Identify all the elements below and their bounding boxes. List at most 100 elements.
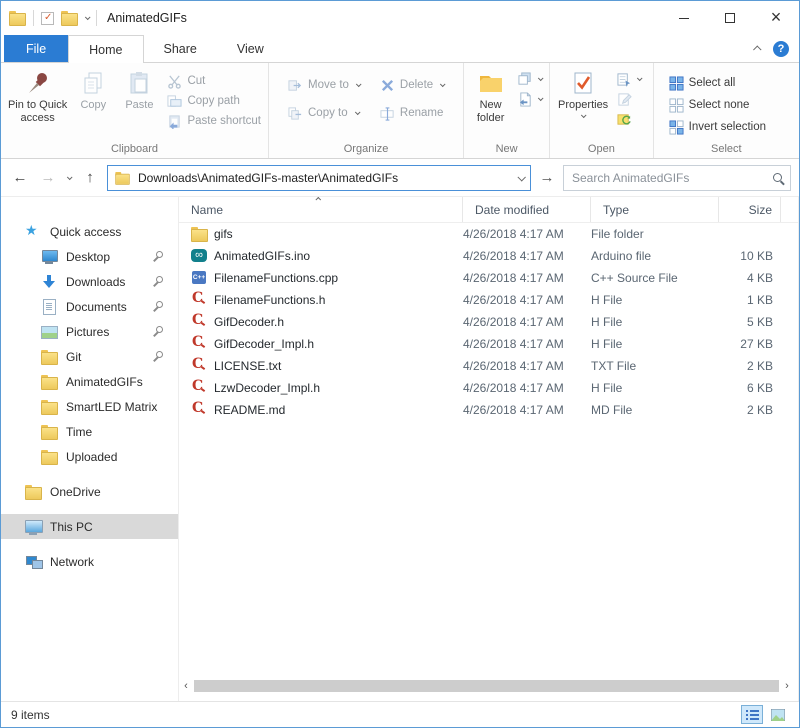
delete-dropdown-icon bbox=[440, 81, 446, 87]
file-name-cell[interactable]: GifDecoder_Impl.h bbox=[179, 333, 463, 355]
help-icon[interactable] bbox=[773, 41, 789, 57]
search-icon[interactable] bbox=[773, 173, 782, 182]
file-date-cell: 4/26/2018 4:17 AM bbox=[463, 333, 591, 355]
file-name-cell[interactable]: LzwDecoder_Impl.h bbox=[179, 377, 463, 399]
file-row[interactable]: LzwDecoder_Impl.h 4/26/2018 4:17 AM H Fi… bbox=[179, 377, 798, 399]
tab-file[interactable]: File bbox=[4, 35, 68, 62]
sidebar-item[interactable]: Quick access bbox=[1, 219, 178, 244]
file-row[interactable]: GifDecoder.h 4/26/2018 4:17 AM H File 5 … bbox=[179, 311, 798, 333]
sidebar-item[interactable]: Git bbox=[1, 344, 178, 369]
open-icon bbox=[617, 72, 632, 87]
back-button[interactable]: ← bbox=[9, 169, 31, 186]
sidebar-item[interactable]: Downloads bbox=[1, 269, 178, 294]
sidebar-item[interactable]: Uploaded bbox=[1, 444, 178, 469]
pin-to-quick-access-button[interactable]: Pin to Quick access bbox=[5, 67, 70, 125]
file-row[interactable]: README.md 4/26/2018 4:17 AM MD File 2 KB bbox=[179, 399, 798, 421]
new-group-label: New bbox=[464, 141, 549, 158]
recent-locations-chevron-icon[interactable] bbox=[67, 174, 73, 180]
minimize-button[interactable] bbox=[661, 1, 707, 35]
new-folder-quick-icon[interactable] bbox=[61, 10, 78, 26]
copy-button[interactable]: Copy bbox=[70, 67, 116, 112]
file-date-cell: 4/26/2018 4:17 AM bbox=[463, 289, 591, 311]
tab-home[interactable]: Home bbox=[68, 35, 143, 63]
new-item-button[interactable] bbox=[513, 69, 547, 89]
column-header-name[interactable]: Name bbox=[179, 197, 463, 222]
file-row[interactable]: FilenameFunctions.h 4/26/2018 4:17 AM H … bbox=[179, 289, 798, 311]
invert-selection-button[interactable]: Invert selection bbox=[664, 117, 771, 137]
sidebar-item[interactable]: Pictures bbox=[1, 319, 178, 344]
scrollbar-thumb[interactable] bbox=[194, 680, 779, 692]
open-button[interactable] bbox=[612, 69, 646, 89]
column-header-size[interactable]: Size bbox=[719, 197, 781, 222]
address-path[interactable]: Downloads\AnimatedGIFs-master\AnimatedGI… bbox=[138, 171, 398, 185]
file-size-cell: 2 KB bbox=[719, 399, 781, 421]
sidebar-item-icon bbox=[41, 374, 58, 390]
tab-share[interactable]: Share bbox=[144, 35, 217, 62]
copy-to-button[interactable]: Copy to bbox=[283, 103, 365, 123]
select-all-button[interactable]: Select all bbox=[664, 73, 771, 93]
tab-view[interactable]: View bbox=[217, 35, 284, 62]
sidebar-item-label: This PC bbox=[50, 520, 93, 534]
file-row[interactable]: FilenameFunctions.cpp 4/26/2018 4:17 AM … bbox=[179, 267, 798, 289]
paste-shortcut-button[interactable]: Paste shortcut bbox=[162, 111, 266, 131]
file-name-cell[interactable]: GifDecoder.h bbox=[179, 311, 463, 333]
scroll-left-icon[interactable]: ‹ bbox=[181, 679, 191, 693]
properties-button[interactable]: Properties bbox=[554, 67, 612, 118]
ribbon-tools bbox=[755, 35, 799, 62]
column-header-type[interactable]: Type bbox=[591, 197, 719, 222]
search-input[interactable] bbox=[572, 171, 773, 185]
rename-button[interactable]: Rename bbox=[375, 103, 449, 123]
new-folder-button[interactable]: New folder bbox=[468, 67, 513, 125]
file-name-cell[interactable]: README.md bbox=[179, 399, 463, 421]
details-view-button[interactable] bbox=[741, 705, 763, 724]
sidebar-item[interactable]: Documents bbox=[1, 294, 178, 319]
thumbnail-view-button[interactable] bbox=[767, 705, 789, 724]
sidebar-item[interactable]: Desktop bbox=[1, 244, 178, 269]
paste-label: Paste bbox=[125, 99, 153, 112]
copy-path-button[interactable]: Copy path bbox=[162, 91, 266, 111]
sidebar-item[interactable]: SmartLED Matrix bbox=[1, 394, 178, 419]
address-dropdown-icon[interactable] bbox=[517, 173, 525, 181]
horizontal-scrollbar[interactable]: ‹ › bbox=[181, 679, 792, 693]
file-name-cell[interactable]: FilenameFunctions.cpp bbox=[179, 267, 463, 289]
file-row[interactable]: AnimatedGIFs.ino 4/26/2018 4:17 AM Ardui… bbox=[179, 245, 798, 267]
file-type-cell: H File bbox=[591, 289, 719, 311]
address-bar[interactable]: Downloads\AnimatedGIFs-master\AnimatedGI… bbox=[107, 165, 531, 191]
sidebar-item[interactable]: OneDrive bbox=[1, 479, 178, 504]
rename-label: Rename bbox=[400, 107, 443, 119]
up-button[interactable]: ↑ bbox=[79, 169, 101, 186]
edit-button[interactable] bbox=[612, 89, 646, 109]
sidebar-item[interactable]: Time bbox=[1, 419, 178, 444]
scroll-right-icon[interactable]: › bbox=[782, 679, 792, 693]
customize-toolbar-chevron-icon[interactable] bbox=[85, 14, 91, 20]
file-type-cell: H File bbox=[591, 377, 719, 399]
close-button[interactable] bbox=[753, 1, 799, 35]
select-none-button[interactable]: Select none bbox=[664, 95, 771, 115]
move-to-button[interactable]: Move to bbox=[283, 75, 365, 95]
delete-button[interactable]: Delete bbox=[375, 75, 449, 95]
history-button[interactable] bbox=[612, 109, 646, 129]
maximize-button[interactable] bbox=[707, 1, 753, 35]
easy-access-button[interactable] bbox=[513, 89, 547, 109]
column-header-date-modified[interactable]: Date modified bbox=[463, 197, 591, 222]
paste-button[interactable]: Paste bbox=[116, 67, 162, 112]
file-name-cell[interactable]: AnimatedGIFs.ino bbox=[179, 245, 463, 267]
sidebar-item-icon bbox=[25, 554, 42, 570]
file-row[interactable]: LICENSE.txt 4/26/2018 4:17 AM TXT File 2… bbox=[179, 355, 798, 377]
sidebar-item[interactable]: AnimatedGIFs bbox=[1, 369, 178, 394]
collapse-ribbon-icon[interactable] bbox=[753, 45, 761, 53]
file-name-cell[interactable]: LICENSE.txt bbox=[179, 355, 463, 377]
navigation-bar: ← → ↑ Downloads\AnimatedGIFs-master\Anim… bbox=[1, 159, 799, 197]
file-name-cell[interactable]: FilenameFunctions.h bbox=[179, 289, 463, 311]
sidebar-item[interactable]: This PC bbox=[1, 514, 178, 539]
go-to-button[interactable]: → bbox=[537, 169, 557, 186]
cut-label: Cut bbox=[187, 75, 205, 87]
properties-quick-icon[interactable] bbox=[41, 12, 54, 25]
file-row[interactable]: GifDecoder_Impl.h 4/26/2018 4:17 AM H Fi… bbox=[179, 333, 798, 355]
cut-button[interactable]: Cut bbox=[162, 71, 266, 91]
sidebar-item[interactable]: Network bbox=[1, 549, 178, 574]
search-box[interactable] bbox=[563, 165, 791, 191]
file-row[interactable]: gifs 4/26/2018 4:17 AM File folder bbox=[179, 223, 798, 245]
file-name-cell[interactable]: gifs bbox=[179, 223, 463, 245]
forward-button[interactable]: → bbox=[37, 169, 59, 186]
